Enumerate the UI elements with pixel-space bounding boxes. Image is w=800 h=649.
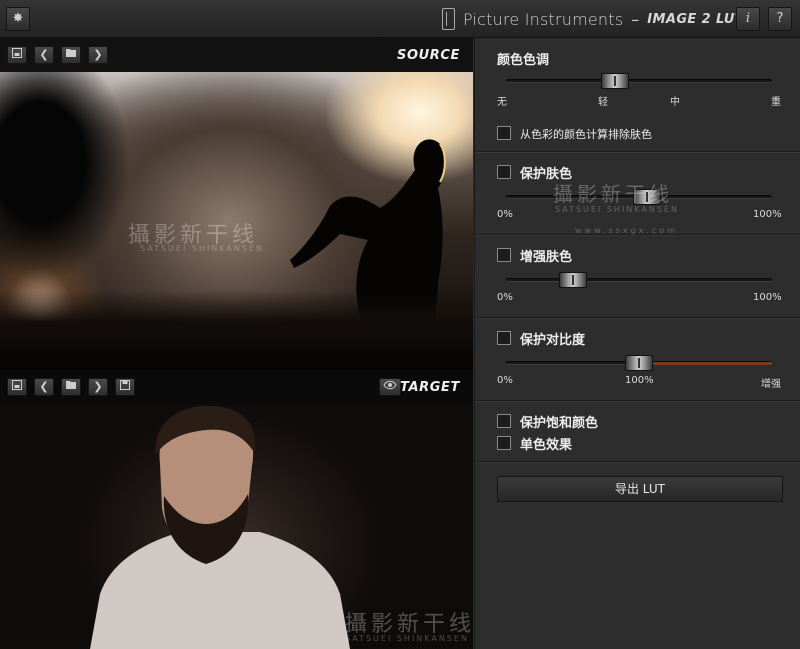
product-name: IMAGE 2 LUT (647, 11, 745, 27)
protect-contrast-section: 保护对比度 0% 100% 增强 (475, 319, 800, 401)
enhance-skin-max: 100% (753, 292, 782, 303)
source-next-icon[interactable]: ❯ (88, 46, 108, 64)
color-tone-tick-light: 轻 (598, 97, 608, 108)
target-label: TARGET (400, 379, 460, 395)
protect-contrast-fill (639, 362, 772, 365)
watermark-site: www.ssxgx.com (575, 226, 678, 235)
target-save-icon[interactable] (7, 378, 27, 396)
color-tone-tick-medium: 中 (670, 97, 680, 108)
protect-contrast-label: 保护对比度 (520, 333, 586, 348)
enhance-skin-slider[interactable] (506, 272, 772, 288)
saturation-mono-section: 保护饱和颜色 单色效果 (475, 402, 800, 462)
watermark-sub: SATSUEI SHINKANSEN (140, 244, 264, 253)
target-folder-icon[interactable] (61, 378, 81, 396)
color-tone-section: 颜色色调 无 轻 中 重 从色彩的颜色计算排除肤色 (475, 38, 800, 152)
export-lut-button[interactable]: 导出 LUT (497, 476, 783, 502)
source-water (0, 290, 473, 370)
exclude-skin-checkbox[interactable] (497, 126, 511, 140)
color-tone-thumb[interactable] (601, 73, 630, 89)
image-panes: ❮ ❯ SOURCE 攝影新干线 SATSUEI SHINKANSEN ❮ ❯ (0, 38, 473, 649)
protect-contrast-slider[interactable] (506, 355, 772, 371)
source-trees (0, 72, 130, 282)
protect-saturation-label: 保护饱和颜色 (520, 416, 599, 431)
source-folder-icon[interactable] (61, 46, 81, 64)
target-disk-icon[interactable] (115, 378, 135, 396)
protect-contrast-min: 0% (497, 375, 513, 386)
protect-contrast-checkbox[interactable] (497, 331, 511, 345)
monochrome-checkbox[interactable] (497, 436, 511, 450)
target-toolbar: ❮ ❯ TARGET (0, 370, 473, 404)
watermark-sub-3: SATSUEI SHINKANSEN (555, 205, 679, 214)
settings-gear-icon[interactable]: ✸ (6, 7, 30, 31)
source-image: 攝影新干线 SATSUEI SHINKANSEN (0, 72, 473, 370)
color-tone-slider[interactable] (506, 73, 772, 89)
watermark-text-3: 攝影新干线 (553, 182, 673, 206)
brand: Picture Instruments – IMAGE 2 LUT (442, 7, 744, 31)
protect-saturation-checkbox[interactable] (497, 414, 511, 428)
monochrome-label: 单色效果 (520, 438, 573, 453)
enhance-skin-min: 0% (497, 292, 513, 303)
protect-skin-checkbox[interactable] (497, 165, 511, 179)
preview-eye-icon[interactable] (379, 378, 401, 396)
title-bar: ✸ Picture Instruments – IMAGE 2 LUT i ? (0, 0, 800, 38)
color-tone-tick-none: 无 (497, 97, 507, 108)
enhance-skin-label: 增强肤色 (520, 250, 573, 265)
target-image: 攝影新干线 SATSUEI SHINKANSEN (0, 404, 473, 649)
protect-contrast-max: 增强 (761, 379, 781, 390)
watermark-sub-2: SATSUEI SHINKANSEN (345, 634, 469, 643)
info-button[interactable]: i (736, 7, 760, 31)
target-prev-icon[interactable]: ❮ (34, 378, 54, 396)
target-next-icon[interactable]: ❯ (88, 378, 108, 396)
brand-name: Picture Instruments (463, 9, 624, 29)
exclude-skin-label: 从色彩的颜色计算排除肤色 (520, 128, 652, 141)
enhance-skin-section: 增强肤色 0% 100% (475, 236, 800, 318)
help-button[interactable]: ? (768, 7, 792, 31)
protect-skin-min: 0% (497, 209, 513, 220)
source-label: SOURCE (396, 47, 460, 63)
target-portrait (90, 405, 350, 649)
protect-contrast-mid: 100% (625, 375, 654, 386)
source-prev-icon[interactable]: ❮ (34, 46, 54, 64)
picture-instruments-logo-icon (442, 8, 455, 30)
color-tone-tick-heavy: 重 (771, 97, 781, 108)
protect-skin-max: 100% (753, 209, 782, 220)
protect-contrast-thumb[interactable] (625, 355, 653, 371)
source-save-icon[interactable] (7, 46, 27, 64)
source-toolbar: ❮ ❯ SOURCE (0, 38, 473, 72)
enhance-skin-checkbox[interactable] (497, 248, 511, 262)
color-tone-title: 颜色色调 (497, 53, 550, 68)
brand-separator: – (631, 9, 640, 29)
controls-panel: 颜色色调 无 轻 中 重 从色彩的颜色计算排除肤色 保护肤色 0% 100% 增… (474, 38, 800, 649)
enhance-skin-thumb[interactable] (558, 272, 587, 288)
